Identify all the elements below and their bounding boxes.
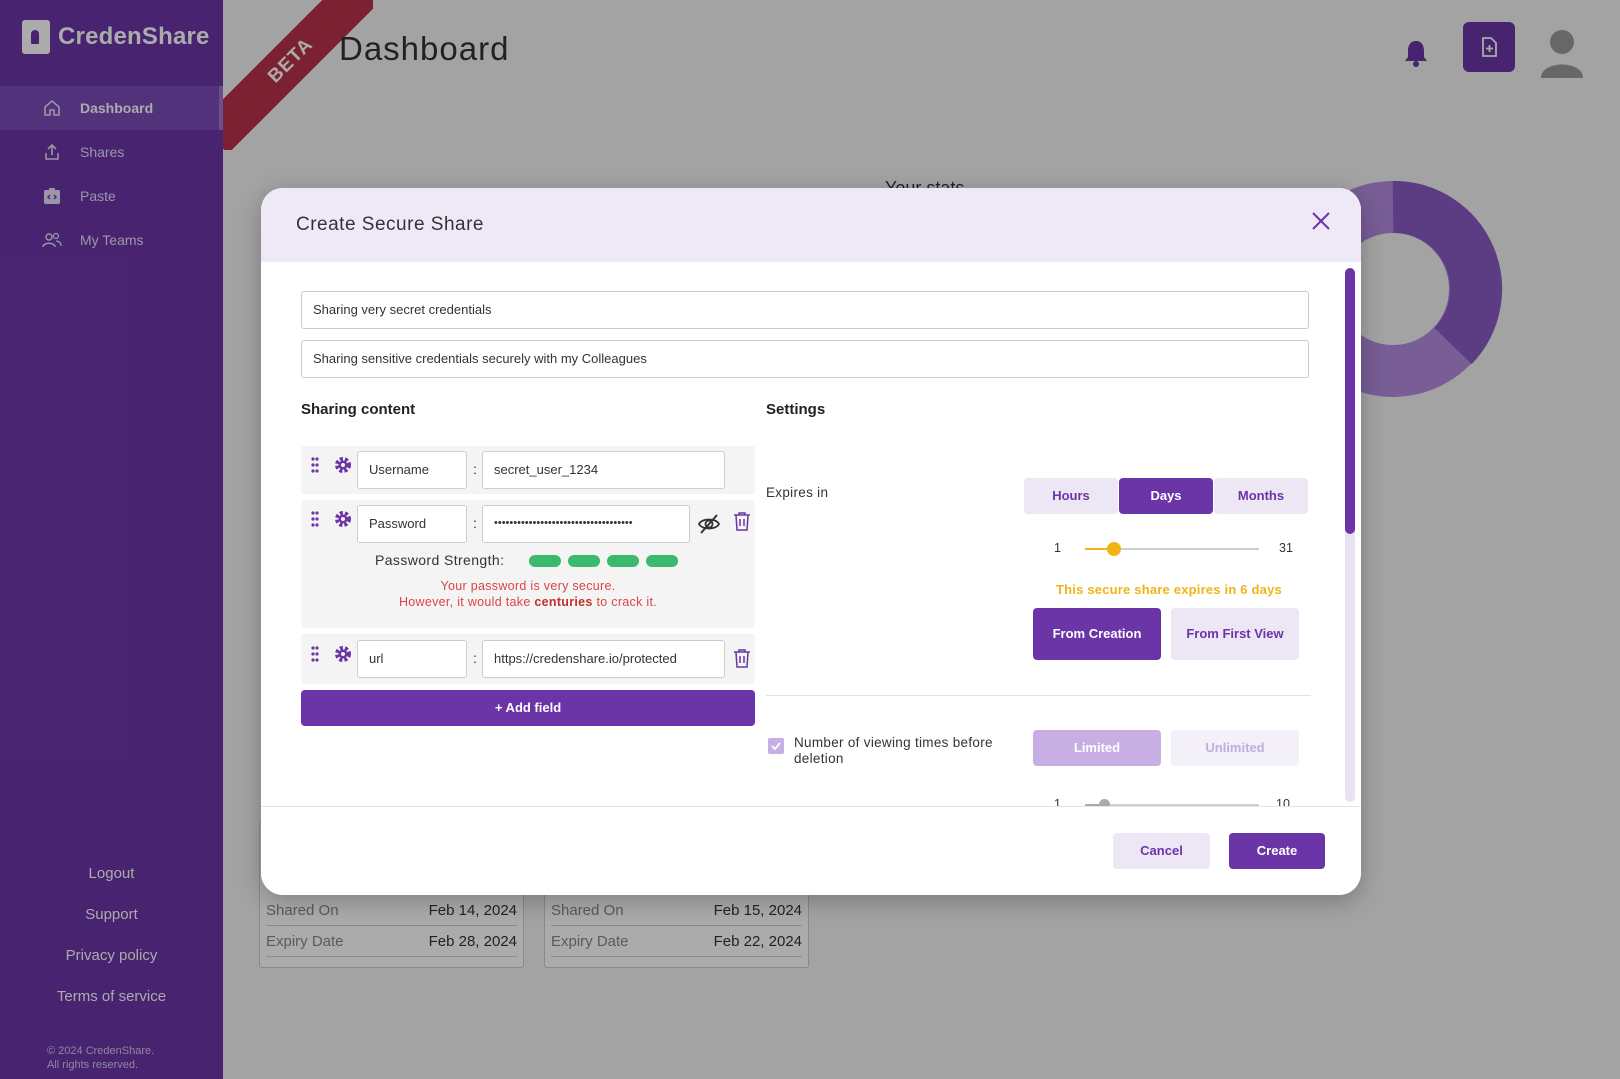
views-limited-button[interactable]: Limited bbox=[1033, 730, 1161, 766]
scrollbar-thumb[interactable] bbox=[1345, 268, 1355, 534]
strength-message-line-2: However, it would take centuries to crac… bbox=[301, 594, 755, 610]
expiry-from-first-view-button[interactable]: From First View bbox=[1171, 608, 1299, 660]
strength-bar bbox=[646, 555, 678, 567]
strength-message-pre: However, it would take bbox=[398, 595, 531, 609]
strength-bar bbox=[607, 555, 639, 567]
share-title-input[interactable]: Sharing very secret credentials bbox=[301, 291, 1309, 329]
field-value-input[interactable]: secret_user_1234 bbox=[482, 451, 725, 489]
password-value-input[interactable]: •••••••••••••••••••••••••••••••••••• bbox=[482, 505, 690, 543]
views-label: Number of viewing times before deletion bbox=[794, 735, 993, 766]
create-share-modal: Create Secure Share Sharing very secret … bbox=[261, 188, 1361, 895]
modal-title: Create Secure Share bbox=[296, 214, 484, 235]
strength-message-bold: centuries bbox=[534, 595, 593, 609]
close-icon[interactable] bbox=[1307, 207, 1335, 235]
modal-body: Sharing very secret credentials Sharing … bbox=[261, 262, 1361, 806]
drag-handle-icon[interactable] bbox=[310, 457, 320, 473]
strength-message-line-1: Your password is very secure. bbox=[440, 579, 616, 593]
cancel-button[interactable]: Cancel bbox=[1113, 833, 1210, 869]
drag-handle-icon[interactable] bbox=[310, 646, 320, 662]
gear-icon[interactable] bbox=[334, 510, 352, 528]
views-slider-min: 1 bbox=[1054, 797, 1061, 806]
create-button[interactable]: Create bbox=[1229, 833, 1325, 869]
key-value-separator: : bbox=[473, 461, 477, 477]
field-key-input[interactable]: Username bbox=[357, 451, 467, 489]
drag-handle-icon[interactable] bbox=[310, 511, 320, 527]
trash-icon[interactable] bbox=[733, 648, 751, 668]
sharing-content-title: Sharing content bbox=[301, 401, 416, 418]
views-slider-thumb[interactable] bbox=[1098, 799, 1110, 806]
expiry-unit-days[interactable]: Days bbox=[1119, 478, 1213, 514]
field-value-input[interactable]: https://credenshare.io/protected bbox=[482, 640, 725, 678]
views-slider-max: 10 bbox=[1276, 797, 1290, 806]
field-key-input[interactable]: Password bbox=[357, 505, 467, 543]
key-value-separator: : bbox=[473, 515, 477, 531]
settings-title: Settings bbox=[766, 401, 826, 418]
expiry-slider-min: 1 bbox=[1054, 541, 1061, 555]
eye-off-icon[interactable] bbox=[697, 512, 721, 536]
modal-footer: Cancel Create bbox=[261, 806, 1361, 895]
gear-icon[interactable] bbox=[334, 456, 352, 474]
expiry-slider-thumb[interactable] bbox=[1107, 542, 1121, 556]
settings-divider bbox=[766, 695, 1311, 696]
field-row-url: url : https://credenshare.io/protected bbox=[301, 634, 755, 684]
views-unlimited-button[interactable]: Unlimited bbox=[1171, 730, 1299, 766]
field-key-input[interactable]: url bbox=[357, 640, 467, 678]
add-field-button[interactable]: + Add field bbox=[301, 690, 755, 726]
expiry-unit-months[interactable]: Months bbox=[1214, 478, 1308, 514]
password-strength-meter bbox=[529, 555, 678, 567]
trash-icon[interactable] bbox=[733, 511, 751, 531]
strength-message-post: to crack it. bbox=[596, 595, 658, 609]
expires-in-label: Expires in bbox=[766, 485, 829, 500]
share-description-input[interactable]: Sharing sensitive credentials securely w… bbox=[301, 340, 1309, 378]
modal-header: Create Secure Share bbox=[261, 188, 1361, 262]
strength-bar bbox=[568, 555, 600, 567]
limit-views-checkbox[interactable] bbox=[768, 738, 784, 754]
strength-bar bbox=[529, 555, 561, 567]
field-row-password: Password : •••••••••••••••••••••••••••••… bbox=[301, 500, 755, 628]
password-strength-label: Password Strength: bbox=[375, 552, 505, 568]
expiry-from-creation-button[interactable]: From Creation bbox=[1033, 608, 1161, 660]
expiry-note: This secure share expires in 6 days bbox=[1056, 582, 1282, 597]
expiry-unit-hours[interactable]: Hours bbox=[1024, 478, 1118, 514]
expiry-slider-max: 31 bbox=[1279, 541, 1293, 555]
key-value-separator: : bbox=[473, 650, 477, 666]
gear-icon[interactable] bbox=[334, 645, 352, 663]
check-icon bbox=[771, 742, 781, 751]
field-row-username: Username : secret_user_1234 bbox=[301, 446, 755, 494]
